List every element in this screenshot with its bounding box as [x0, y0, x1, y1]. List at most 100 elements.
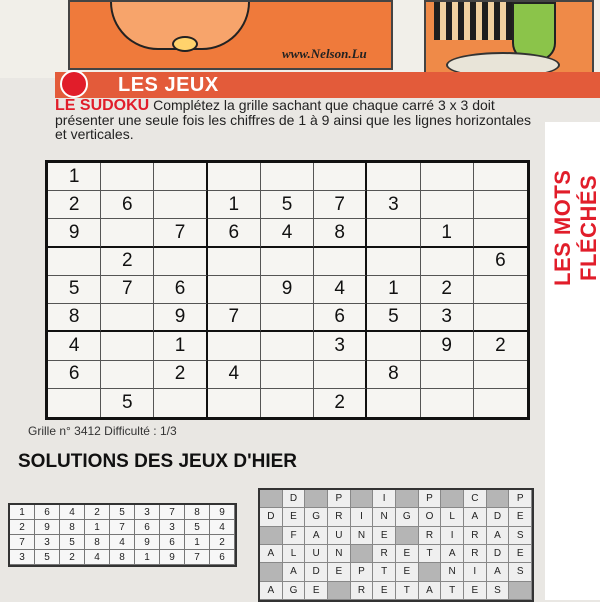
grid-cell	[314, 360, 368, 389]
grid-cell: 1	[85, 520, 110, 535]
grid-cell: T	[395, 581, 419, 600]
grid-cell	[420, 163, 474, 192]
comic-panel-right	[424, 0, 594, 78]
grid-cell: 5	[48, 275, 102, 305]
grid-cell	[473, 219, 527, 248]
grid-cell	[420, 191, 474, 220]
grid-cell	[260, 332, 315, 361]
grid-cell: D	[260, 508, 283, 527]
grid-cell: C	[463, 490, 487, 509]
grid-cell: 6	[160, 535, 185, 550]
grid-cell	[154, 247, 208, 276]
grid-cell: A	[260, 581, 283, 600]
grid-cell: 8	[85, 535, 110, 550]
comic-url: www.Nelson.Lu	[282, 46, 367, 61]
cartoon-foot-icon	[172, 36, 198, 52]
grid-cell: P	[418, 490, 442, 509]
grid-cell: E	[327, 563, 351, 582]
grid-cell	[350, 545, 374, 564]
grid-cell: 8	[367, 360, 421, 389]
grid-cell: R	[463, 526, 487, 545]
grid-cell	[474, 389, 527, 417]
grid-cell: D	[282, 490, 306, 509]
grid-cell: R	[373, 545, 396, 564]
grid-cell: 1	[10, 505, 35, 520]
grid-cell: 4	[314, 275, 368, 305]
grid-cell: 3	[314, 332, 368, 361]
comic-panel-left: www.Nelson.Lu	[68, 0, 393, 70]
grid-cell: 7	[207, 304, 261, 333]
grid-cell: A	[305, 526, 328, 545]
grid-cell: 4	[110, 535, 135, 550]
grid-cell: 4	[48, 332, 102, 361]
grid-cell: N	[373, 508, 396, 527]
grid-cell: 5	[185, 520, 210, 535]
section-bullet-icon	[60, 70, 88, 98]
grid-cell: 9	[420, 332, 474, 361]
grid-cell: P	[509, 490, 532, 509]
grid-cell: 9	[260, 275, 315, 305]
grid-cell	[48, 388, 102, 417]
grid-cell: 1	[154, 332, 208, 361]
grid-cell	[260, 360, 315, 389]
grid-cell	[101, 304, 155, 333]
grid-cell: 1	[135, 550, 160, 565]
grid-cell: R	[350, 581, 374, 600]
grid-cell: 9	[35, 520, 60, 535]
grid-cell	[260, 526, 283, 545]
grid-cell: 2	[85, 505, 110, 520]
grid-cell	[473, 163, 527, 192]
grid-cell	[101, 163, 155, 192]
grid-cell: 3	[367, 191, 421, 220]
grid-cell: U	[327, 526, 351, 545]
grid-cell: R	[327, 508, 351, 527]
grid-cell: 2	[101, 247, 155, 276]
grid-cell: T	[418, 545, 442, 564]
grid-cell: 6	[48, 360, 102, 389]
grid-cell: A	[463, 508, 487, 527]
side-title: LES MOTS FLÉCHÉS	[550, 169, 600, 286]
grid-cell: R	[463, 545, 487, 564]
grid-cell: E	[373, 581, 396, 600]
grid-cell: 7	[10, 535, 35, 550]
grid-cell	[473, 361, 527, 389]
grid-cell: N	[441, 563, 464, 582]
grid-cell: 3	[135, 505, 160, 520]
grid-cell	[208, 388, 261, 417]
grid-cell	[48, 247, 102, 276]
grid-cell: E	[395, 563, 419, 582]
grid-cell: 5	[110, 505, 135, 520]
grid-cell: A	[418, 581, 442, 600]
grid-cell: 6	[314, 304, 368, 333]
grid-cell	[260, 490, 283, 509]
grid-cell: 3	[10, 550, 35, 565]
solution-arrowword-grid: DPIPCPDEGRINGOLADEFAUNERIRASALUNRETARDEA…	[258, 488, 534, 602]
grid-cell: L	[282, 545, 306, 564]
grid-cell: N	[327, 545, 351, 564]
grid-cell: 6	[135, 520, 160, 535]
grid-cell: 5	[101, 388, 155, 417]
grid-cell	[473, 276, 527, 305]
grid-cell: A	[282, 563, 306, 582]
grid-cell: 8	[60, 520, 85, 535]
grid-cell: A	[486, 526, 510, 545]
grid-cell	[367, 219, 421, 248]
grid-cell: N	[350, 526, 374, 545]
grid-cell: E	[509, 508, 532, 527]
grid-cell: P	[350, 563, 374, 582]
grid-cell: 2	[48, 191, 102, 220]
grid-cell	[260, 563, 283, 582]
grid-cell: 9	[48, 219, 102, 248]
grid-cell	[314, 163, 368, 192]
grid-cell: S	[509, 526, 532, 545]
grid-cell: 9	[135, 535, 160, 550]
grid-cell: 6	[210, 550, 235, 565]
grid-cell: 7	[185, 550, 210, 565]
solution-sudoku-grid: 164253789298176354735849612352481976	[8, 503, 237, 567]
grid-cell: 7	[110, 520, 135, 535]
sudoku-grid: 126157397648126576941289765341392624852	[45, 160, 530, 420]
grid-cell	[350, 490, 374, 509]
grid-cell: D	[305, 563, 328, 582]
grid-cell	[473, 191, 527, 220]
grid-cell: I	[373, 490, 396, 509]
